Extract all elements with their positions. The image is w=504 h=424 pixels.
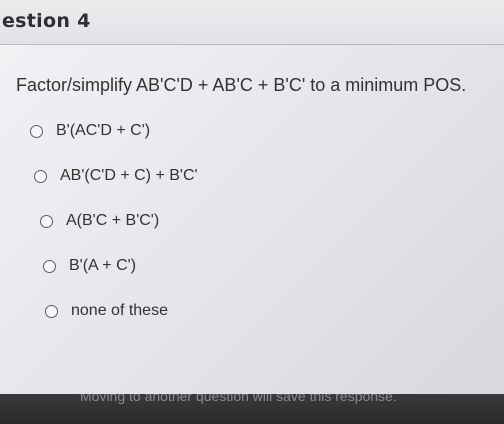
save-notice-text: Moving to another question will save thi… <box>80 394 397 404</box>
question-header: estion 4 <box>0 0 504 45</box>
answer-option-1[interactable]: B'(AC'D + C') <box>30 120 198 142</box>
radio-button-2[interactable] <box>34 169 47 183</box>
radio-button-5[interactable] <box>45 304 58 318</box>
answer-option-2[interactable]: AB'(C'D + C) + B'C' <box>34 165 198 187</box>
radio-button-3[interactable] <box>40 214 53 228</box>
answer-option-label: A(B'C + B'C') <box>66 212 160 229</box>
answer-options: B'(AC'D + C') AB'(C'D + C) + B'C' A(B'C … <box>30 120 198 345</box>
answer-option-4[interactable]: B'(A + C') <box>43 255 198 277</box>
radio-button-4[interactable] <box>43 259 56 273</box>
answer-option-label: none of these <box>71 302 168 319</box>
answer-option-label: B'(AC'D + C') <box>56 122 151 139</box>
answer-option-5[interactable]: none of these <box>45 300 198 322</box>
answer-option-3[interactable]: A(B'C + B'C') <box>40 210 198 232</box>
answer-option-label: B'(A + C') <box>69 257 137 274</box>
bottom-notice-bar: Moving to another question will save thi… <box>0 394 504 424</box>
question-number-title: estion 4 <box>2 10 91 32</box>
radio-button-1[interactable] <box>30 124 43 138</box>
question-text: Factor/simplify AB'C'D + AB'C + B'C' to … <box>16 75 467 95</box>
answer-option-label: AB'(C'D + C) + B'C' <box>60 167 198 184</box>
